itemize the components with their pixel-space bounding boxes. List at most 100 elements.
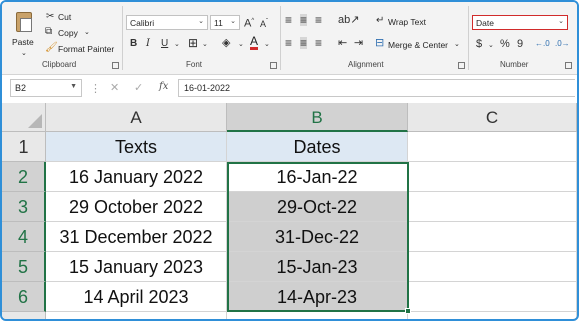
wrap-text-icon: ↵: [376, 15, 385, 26]
fill-color-dropdown-icon[interactable]: ⌄: [238, 39, 244, 51]
formula-bar: B2 ▼ ⋮ ✕ ✓ fx 16-01-2022: [2, 79, 577, 99]
select-all-button[interactable]: [2, 103, 46, 132]
enter-icon[interactable]: ✓: [134, 81, 143, 94]
comma-style-button[interactable]: 9: [517, 38, 523, 50]
ribbon: Paste ⌄ ✂ Cut ⧉ Copy ⌄ 🖌 Format Painter …: [2, 2, 577, 75]
merge-dropdown-icon[interactable]: ⌄: [454, 40, 460, 48]
cell-c6[interactable]: [408, 282, 577, 312]
clipboard-group-label: Clipboard: [42, 60, 77, 69]
increase-indent-icon[interactable]: ⇥: [354, 37, 363, 49]
borders-icon[interactable]: ⊞: [188, 37, 198, 49]
cell-a4[interactable]: 31 December 2022: [46, 222, 227, 252]
row-header-2[interactable]: 2: [2, 162, 46, 192]
copy-icon: ⧉: [45, 26, 53, 37]
font-color-icon[interactable]: A: [250, 35, 259, 50]
borders-dropdown-icon[interactable]: ⌄: [202, 39, 208, 51]
alignment-group-label: Alignment: [348, 60, 384, 69]
decrease-decimal-icon[interactable]: .0→: [555, 38, 570, 50]
cell-b2[interactable]: 16-Jan-22: [227, 162, 408, 192]
currency-button[interactable]: $: [476, 38, 482, 50]
row-header-4[interactable]: 4: [2, 222, 46, 252]
cancel-icon[interactable]: ✕: [110, 81, 119, 94]
fill-color-icon[interactable]: ◈: [222, 37, 230, 49]
font-color-dropdown-icon[interactable]: ⌄: [264, 39, 270, 51]
cell-a1[interactable]: Texts: [46, 132, 227, 162]
number-launcher-icon[interactable]: [565, 62, 572, 69]
chevron-down-icon: ⌄: [558, 18, 564, 25]
cell-c2[interactable]: [408, 162, 577, 192]
format-painter-button[interactable]: Format Painter: [58, 44, 114, 54]
row-header-1[interactable]: 1: [2, 132, 46, 162]
column-header-c[interactable]: C: [408, 103, 577, 132]
insert-function-icon[interactable]: fx: [159, 81, 168, 92]
chevron-down-icon: ▼: [70, 83, 77, 90]
cell-b5[interactable]: 15-Jan-23: [227, 252, 408, 282]
chevron-down-icon: ⌄: [198, 18, 204, 25]
cell-b4[interactable]: 31-Dec-22: [227, 222, 408, 252]
percent-button[interactable]: %: [500, 38, 510, 50]
number-group-label: Number: [500, 60, 529, 69]
worksheet-grid: A B C 1 2 3 4 5 6 Texts Dates 16 January…: [2, 103, 577, 319]
row-header-7[interactable]: [2, 312, 46, 319]
copy-dropdown-icon[interactable]: ⌄: [84, 28, 90, 36]
cell-c1[interactable]: [408, 132, 577, 162]
align-right-icon[interactable]: ≡: [315, 37, 322, 49]
formula-input[interactable]: 16-01-2022: [178, 79, 575, 97]
align-bottom-icon[interactable]: ≡: [315, 14, 322, 26]
format-painter-icon: 🖌: [45, 42, 58, 53]
cell-b6[interactable]: 14-Apr-23: [227, 282, 408, 312]
font-launcher-icon[interactable]: [270, 62, 277, 69]
underline-button[interactable]: U: [161, 38, 168, 50]
decrease-font-icon[interactable]: Aˇ: [260, 16, 268, 30]
cell-b1[interactable]: Dates: [227, 132, 408, 162]
number-format-dropdown[interactable]: Date ⌄: [472, 15, 568, 30]
cell-c4[interactable]: [408, 222, 577, 252]
merge-center-icon: ⊟: [375, 37, 385, 49]
cell-a3[interactable]: 29 October 2022: [46, 192, 227, 222]
cell-b7[interactable]: [227, 312, 408, 319]
column-header-b[interactable]: B: [227, 103, 408, 132]
bold-button[interactable]: B: [130, 38, 137, 50]
italic-button[interactable]: I: [146, 38, 150, 50]
merge-center-button[interactable]: Merge & Center: [388, 40, 448, 50]
align-top-icon[interactable]: ≡: [285, 14, 292, 26]
cell-b3[interactable]: 29-Oct-22: [227, 192, 408, 222]
cut-button[interactable]: Cut: [58, 12, 71, 22]
cell-a2[interactable]: 16 January 2022: [46, 162, 227, 192]
currency-dropdown-icon[interactable]: ⌄: [488, 40, 494, 52]
align-left-icon[interactable]: ≡: [285, 37, 292, 49]
cell-c5[interactable]: [408, 252, 577, 282]
cell-a7[interactable]: [46, 312, 227, 319]
alignment-launcher-icon[interactable]: [458, 62, 465, 69]
align-middle-icon[interactable]: ≡: [300, 14, 308, 26]
paste-label: Paste: [12, 37, 34, 47]
cell-a6[interactable]: 14 April 2023: [46, 282, 227, 312]
align-center-icon[interactable]: ≡: [300, 37, 308, 49]
font-name-dropdown[interactable]: Calibri ⌄: [126, 15, 208, 30]
paste-button[interactable]: Paste ⌄: [12, 10, 36, 58]
orientation-icon[interactable]: ab↗: [338, 14, 359, 26]
copy-button[interactable]: Copy: [58, 28, 78, 38]
chevron-down-icon: ⌄: [230, 18, 236, 25]
splitter-icon[interactable]: ⋮: [90, 82, 102, 95]
cell-c7[interactable]: [408, 312, 577, 319]
underline-dropdown-icon[interactable]: ⌄: [174, 39, 180, 51]
name-box[interactable]: B2 ▼: [10, 79, 82, 97]
font-group-label: Font: [186, 60, 203, 69]
row-header-5[interactable]: 5: [2, 252, 46, 282]
decrease-indent-icon[interactable]: ⇤: [338, 37, 347, 49]
clipboard-launcher-icon[interactable]: [112, 62, 119, 69]
font-size-dropdown[interactable]: 11 ⌄: [210, 15, 240, 30]
column-header-a[interactable]: A: [46, 103, 227, 132]
cell-a5[interactable]: 15 January 2023: [46, 252, 227, 282]
row-header-6[interactable]: 6: [2, 282, 46, 312]
increase-decimal-icon[interactable]: ←.0: [535, 38, 550, 50]
increase-font-icon[interactable]: A^: [244, 15, 254, 30]
cell-c3[interactable]: [408, 192, 577, 222]
row-header-3[interactable]: 3: [2, 192, 46, 222]
excel-window: Paste ⌄ ✂ Cut ⧉ Copy ⌄ 🖌 Format Painter …: [0, 0, 579, 321]
chevron-down-icon[interactable]: ⌄: [21, 49, 27, 57]
wrap-text-button[interactable]: Wrap Text: [388, 17, 426, 27]
scissors-icon: ✂: [46, 11, 55, 22]
fill-handle[interactable]: [405, 308, 411, 314]
